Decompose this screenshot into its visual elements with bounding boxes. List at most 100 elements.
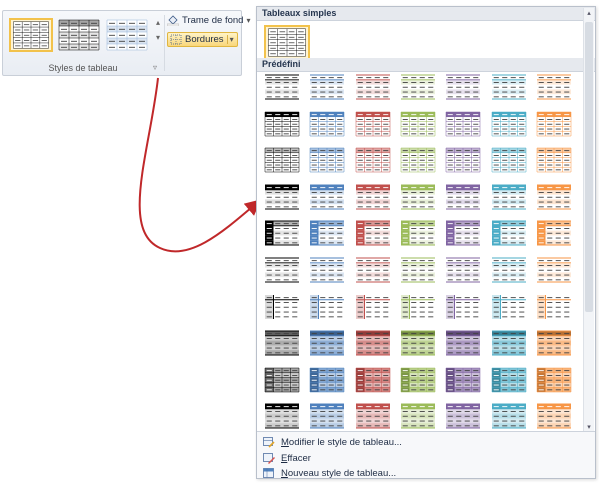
table-style-full-grid-6[interactable] — [490, 110, 528, 138]
table-style-grid-lines-7[interactable] — [535, 146, 573, 174]
gallery-thumb-grid-blue-light[interactable] — [105, 18, 149, 52]
table-style-header-rule-7[interactable] — [535, 73, 573, 101]
table-style-full-grid-5[interactable] — [444, 110, 482, 138]
table-style-solid-header-7[interactable] — [535, 183, 573, 211]
group-separator — [164, 15, 165, 71]
table-style-accent-column-1[interactable] — [263, 219, 301, 247]
borders-icon — [170, 34, 182, 45]
table-style-solid-header-6[interactable] — [490, 183, 528, 211]
group-label: Styles de tableau — [48, 63, 118, 73]
table-style-grid-lines-1[interactable] — [263, 146, 301, 174]
table-style-light-list-3[interactable] — [354, 256, 392, 284]
modify-style-item[interactable]: Modifier le style de tableau... — [263, 437, 402, 448]
table-style-grid-lines-5[interactable] — [444, 146, 482, 174]
table-style-header-rule-1[interactable] — [263, 73, 301, 101]
table-style-full-grid-7[interactable] — [535, 110, 573, 138]
table-style-header-rule-5[interactable] — [444, 73, 482, 101]
table-style-header-rule-2[interactable] — [308, 73, 346, 101]
table-style-medium-shading-5[interactable] — [444, 329, 482, 357]
table-style-first-column-5[interactable] — [444, 293, 482, 321]
table-style-colorful-grid-7[interactable] — [535, 366, 573, 394]
table-style-first-column-7[interactable] — [535, 293, 573, 321]
table-style-first-column-6[interactable] — [490, 293, 528, 321]
gallery-scroll-up-icon[interactable]: ▴ — [153, 15, 163, 30]
table-style-colorful-grid-1[interactable] — [263, 366, 301, 394]
table-style-grid-lines-3[interactable] — [354, 146, 392, 174]
simple-table-style[interactable] — [264, 25, 310, 60]
gallery-thumb-grid-gray-header[interactable] — [57, 18, 101, 52]
table-style-accent-column-6[interactable] — [490, 219, 528, 247]
table-style-medium-shading-7[interactable] — [535, 329, 573, 357]
table-style-dark-header-6[interactable] — [490, 402, 528, 430]
table-style-full-grid-3[interactable] — [354, 110, 392, 138]
table-style-light-list-1[interactable] — [263, 256, 301, 284]
table-style-solid-header-4[interactable] — [399, 183, 437, 211]
table-style-dark-header-4[interactable] — [399, 402, 437, 430]
table-style-accent-column-5[interactable] — [444, 219, 482, 247]
table-style-medium-shading-2[interactable] — [308, 329, 346, 357]
table-style-light-list-4[interactable] — [399, 256, 437, 284]
paint-bucket-icon — [167, 15, 179, 26]
table-styles-dropdown: Tableaux simples Prédéfini ▴ ▾ Modifier … — [256, 6, 596, 479]
table-style-colorful-grid-6[interactable] — [490, 366, 528, 394]
table-style-colorful-grid-2[interactable] — [308, 366, 346, 394]
table-style-first-column-3[interactable] — [354, 293, 392, 321]
eraser-icon — [263, 453, 275, 464]
table-style-full-grid-1[interactable] — [263, 110, 301, 138]
table-style-medium-shading-6[interactable] — [490, 329, 528, 357]
table-style-dark-header-5[interactable] — [444, 402, 482, 430]
table-style-header-rule-4[interactable] — [399, 73, 437, 101]
table-style-dark-header-2[interactable] — [308, 402, 346, 430]
table-style-medium-shading-1[interactable] — [263, 329, 301, 357]
table-style-grid-lines-4[interactable] — [399, 146, 437, 174]
table-style-solid-header-3[interactable] — [354, 183, 392, 211]
table-style-solid-header-2[interactable] — [308, 183, 346, 211]
scroll-down-icon[interactable]: ▾ — [584, 423, 594, 431]
table-style-first-column-4[interactable] — [399, 293, 437, 321]
table-style-light-list-2[interactable] — [308, 256, 346, 284]
dropdown-scrollbar[interactable]: ▴ ▾ — [583, 8, 594, 432]
table-style-header-rule-6[interactable] — [490, 73, 528, 101]
table-style-accent-column-3[interactable] — [354, 219, 392, 247]
table-style-solid-header-1[interactable] — [263, 183, 301, 211]
table-style-colorful-grid-5[interactable] — [444, 366, 482, 394]
table-edit-icon — [263, 437, 275, 448]
table-style-medium-shading-3[interactable] — [354, 329, 392, 357]
table-style-light-list-5[interactable] — [444, 256, 482, 284]
predefined-styles-grid — [263, 73, 581, 429]
scrollbar-thumb[interactable] — [585, 22, 593, 312]
table-style-accent-column-7[interactable] — [535, 219, 573, 247]
table-style-light-list-7[interactable] — [535, 256, 573, 284]
table-style-grid-lines-6[interactable] — [490, 146, 528, 174]
section-header-simple: Tableaux simples — [257, 7, 595, 21]
table-style-full-grid-4[interactable] — [399, 110, 437, 138]
table-style-colorful-grid-4[interactable] — [399, 366, 437, 394]
table-style-medium-shading-4[interactable] — [399, 329, 437, 357]
table-style-colorful-grid-3[interactable] — [354, 366, 392, 394]
borders-button[interactable]: Bordures ▾ — [167, 32, 238, 47]
gallery-scroll-down-icon[interactable]: ▾ — [153, 30, 163, 45]
table-style-solid-header-5[interactable] — [444, 183, 482, 211]
borders-dropdown-icon[interactable]: ▾ — [226, 35, 234, 44]
scroll-up-icon[interactable]: ▴ — [584, 9, 594, 17]
clear-item[interactable]: Effacer — [263, 453, 311, 464]
new-style-item[interactable]: Nouveau style de tableau... — [263, 468, 396, 479]
table-style-accent-column-2[interactable] — [308, 219, 346, 247]
table-style-header-rule-3[interactable] — [354, 73, 392, 101]
shading-dropdown-icon[interactable]: ▾ — [246, 16, 250, 25]
table-style-accent-column-4[interactable] — [399, 219, 437, 247]
clear-label: ffacer — [287, 453, 311, 464]
table-style-first-column-2[interactable] — [308, 293, 346, 321]
table-style-dark-header-3[interactable] — [354, 402, 392, 430]
new-table-style-icon — [263, 468, 274, 478]
table-style-full-grid-2[interactable] — [308, 110, 346, 138]
gallery-thumb-grid-plain[interactable] — [9, 18, 53, 52]
table-style-dark-header-1[interactable] — [263, 402, 301, 430]
table-style-first-column-1[interactable] — [263, 293, 301, 321]
table-style-dark-header-7[interactable] — [535, 402, 573, 430]
modify-style-label: odifier le style de tableau... — [288, 437, 402, 448]
gallery-more-icon[interactable]: ▿ — [153, 63, 157, 72]
table-style-light-list-6[interactable] — [490, 256, 528, 284]
table-style-grid-lines-2[interactable] — [308, 146, 346, 174]
shading-button[interactable]: Trame de fond ▾ — [167, 15, 250, 26]
